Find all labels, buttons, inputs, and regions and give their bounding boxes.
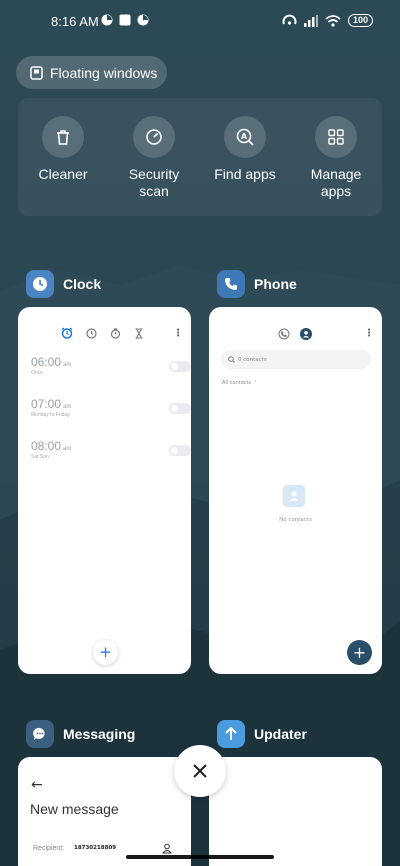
alarm-row[interactable]: 08:00 am Sat Sun bbox=[31, 439, 191, 460]
world-clock-tab-icon[interactable] bbox=[86, 327, 97, 339]
alarm-row[interactable]: 06:00 am Once bbox=[31, 355, 191, 376]
floating-windows-button[interactable]: Floating windows bbox=[16, 56, 167, 89]
phone-icon bbox=[225, 278, 237, 290]
floating-window-icon bbox=[30, 65, 43, 80]
messaging-app-name: Messaging bbox=[63, 726, 136, 742]
status-notification-icons bbox=[101, 14, 149, 26]
signal-icon bbox=[303, 14, 318, 27]
clock-app-name: Clock bbox=[63, 276, 102, 292]
timer-tab-icon[interactable] bbox=[134, 327, 144, 339]
messaging-app-header[interactable]: Messaging bbox=[26, 720, 135, 748]
alarm-repeat: Sat Sun bbox=[31, 454, 49, 460]
alarm-repeat: Once bbox=[31, 370, 43, 376]
alarm-time: 08:00 bbox=[31, 439, 62, 453]
new-message-title: New message bbox=[30, 801, 119, 817]
gesture-nav-bar[interactable] bbox=[126, 855, 274, 859]
chat-bubble-icon bbox=[33, 727, 45, 740]
clock-icon bbox=[33, 277, 47, 291]
back-arrow-icon[interactable]: ← bbox=[31, 777, 43, 793]
arrow-up-icon bbox=[225, 726, 237, 740]
contact-search-placeholder: 0 contacts bbox=[238, 356, 267, 363]
more-options-icon[interactable]: ⋮ bbox=[364, 328, 374, 339]
phone-app-icon bbox=[217, 270, 245, 298]
alarm-ampm: am bbox=[63, 404, 72, 410]
person-icon bbox=[289, 491, 299, 501]
find-apps-label: Find apps bbox=[214, 166, 276, 182]
alarm-tab-icon[interactable] bbox=[61, 327, 73, 339]
recipient-number: 18730218809 bbox=[74, 845, 117, 851]
messaging-app-card[interactable]: ← New message Recipient: 18730218809 bbox=[18, 757, 191, 866]
alarm-toggle[interactable] bbox=[169, 445, 191, 456]
security-scan-tool[interactable]: Security scan bbox=[114, 116, 194, 200]
grid-icon bbox=[328, 129, 344, 145]
status-system-icons: 100 bbox=[282, 14, 373, 27]
close-icon bbox=[193, 764, 207, 778]
phone-app-card[interactable]: ⋮ 0 contacts All contacts ⌃ No contacts … bbox=[209, 307, 382, 674]
square-notification-icon bbox=[119, 14, 131, 26]
search-icon bbox=[228, 356, 235, 363]
battery-indicator: 100 bbox=[347, 14, 373, 27]
svg-text:A: A bbox=[241, 132, 248, 141]
empty-contacts-icon bbox=[283, 485, 305, 507]
chevron-updown-icon: ⌃ bbox=[252, 380, 257, 386]
pie-notification-icon bbox=[101, 14, 113, 26]
alarm-ampm: am bbox=[63, 362, 72, 368]
hotspot-icon bbox=[282, 14, 297, 25]
contacts-filter-dropdown[interactable]: All contacts ⌃ bbox=[222, 380, 257, 386]
clock-app-icon bbox=[26, 270, 54, 298]
empty-contacts-label: No contacts bbox=[279, 517, 312, 523]
alarm-repeat: Monday to Friday bbox=[31, 412, 70, 418]
cleaner-tool[interactable]: Cleaner bbox=[23, 116, 103, 183]
add-contact-button[interactable]: + bbox=[347, 640, 372, 665]
updater-app-card[interactable] bbox=[209, 757, 382, 866]
updater-app-name: Updater bbox=[254, 726, 307, 742]
security-scan-label: Security scan bbox=[128, 166, 180, 199]
alarm-time: 07:00 bbox=[31, 397, 62, 411]
cleaner-label: Cleaner bbox=[38, 166, 88, 182]
find-apps-icon: A bbox=[236, 128, 254, 146]
status-time: 8:16 AM bbox=[51, 14, 99, 29]
clock-app-card[interactable]: ⋮ 06:00 am Once 07:00 am Monday to Friday … bbox=[18, 307, 191, 674]
recipient-label: Recipient: bbox=[33, 845, 65, 852]
alarm-ampm: am bbox=[63, 446, 72, 452]
security-gauge-icon bbox=[146, 129, 162, 145]
floating-windows-label: Floating windows bbox=[50, 64, 158, 81]
clock-tab-bar bbox=[61, 327, 144, 339]
contacts-tab-icon[interactable] bbox=[300, 328, 312, 340]
updater-app-header[interactable]: Updater bbox=[217, 720, 307, 748]
trash-icon bbox=[57, 130, 69, 145]
contacts-filter-label: All contacts bbox=[222, 380, 252, 386]
phone-app-header[interactable]: Phone bbox=[217, 270, 297, 298]
more-options-icon[interactable]: ⋮ bbox=[173, 328, 183, 339]
phone-tab-icon[interactable] bbox=[278, 328, 290, 340]
alarm-row[interactable]: 07:00 am Monday to Friday bbox=[31, 397, 191, 418]
add-alarm-button[interactable]: + bbox=[93, 640, 118, 665]
stopwatch-tab-icon[interactable] bbox=[110, 327, 121, 339]
manage-apps-label: Manage apps bbox=[310, 166, 362, 199]
wifi-icon bbox=[325, 14, 341, 27]
updater-app-icon bbox=[217, 720, 245, 748]
phone-app-name: Phone bbox=[254, 276, 297, 292]
messaging-app-icon bbox=[26, 720, 54, 748]
status-bar: 8:16 AM 100 bbox=[0, 10, 400, 34]
alarm-toggle[interactable] bbox=[169, 361, 191, 372]
contact-picker-icon[interactable] bbox=[162, 843, 172, 854]
clock-app-header[interactable]: Clock bbox=[26, 270, 101, 298]
alarm-time: 06:00 bbox=[31, 355, 62, 369]
contact-search-input[interactable]: 0 contacts bbox=[221, 350, 371, 369]
pie-notification-icon bbox=[137, 14, 149, 26]
quick-tools-panel: Cleaner Security scan A Find apps Manage… bbox=[18, 98, 382, 216]
close-all-button[interactable] bbox=[174, 745, 226, 797]
find-apps-tool[interactable]: A Find apps bbox=[205, 116, 285, 183]
alarm-toggle[interactable] bbox=[169, 403, 191, 414]
manage-apps-tool[interactable]: Manage apps bbox=[296, 116, 376, 200]
